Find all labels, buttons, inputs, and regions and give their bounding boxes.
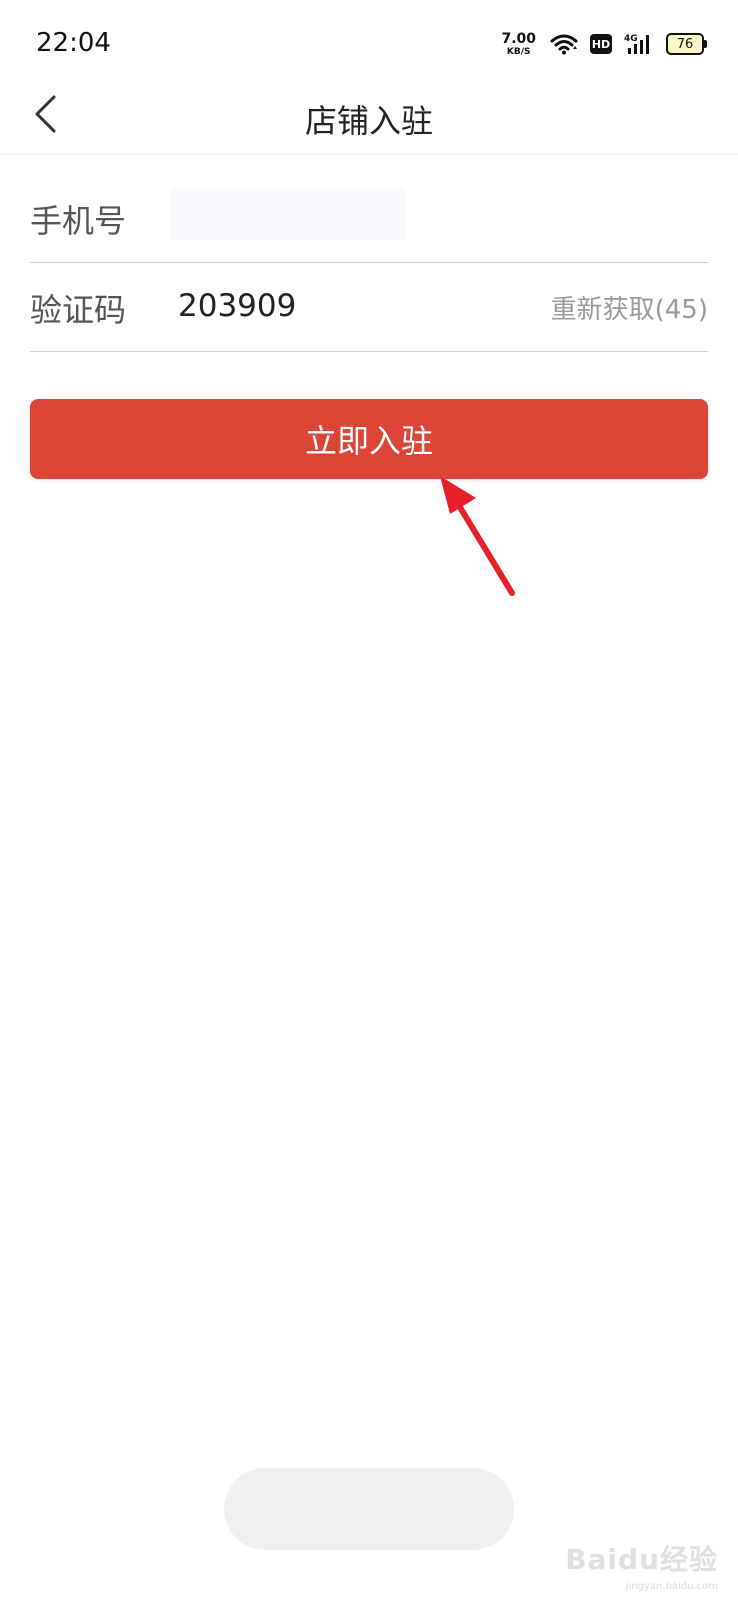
submit-join-button[interactable]: 立即入驻 <box>30 399 708 479</box>
verification-code-input[interactable] <box>170 281 490 331</box>
phone-label: 手机号 <box>30 202 127 240</box>
hd-icon: HD <box>590 34 612 54</box>
network-speed-value: 7.00 <box>501 30 536 47</box>
status-icons: 7.00 KB/S HD 4G 76 <box>501 28 707 60</box>
network-speed: 7.00 KB/S <box>501 32 536 57</box>
battery-level: 76 <box>676 36 694 52</box>
home-indicator[interactable] <box>224 1468 514 1550</box>
phone-input[interactable] <box>170 188 406 240</box>
verification-code-row: 验证码 重新获取(45) <box>30 263 708 352</box>
signal-4g-icon: 4G <box>624 32 654 56</box>
resend-code-button[interactable]: 重新获取(45) <box>551 289 708 326</box>
nav-bar: 店铺入驻 <box>0 88 738 155</box>
network-type-label: 4G <box>624 34 638 44</box>
battery-icon: 76 <box>666 33 707 55</box>
status-time: 22:04 <box>36 28 111 58</box>
phone-row: 手机号 <box>30 174 708 263</box>
page-title: 店铺入驻 <box>304 102 433 140</box>
wifi-icon <box>550 33 578 55</box>
status-bar: 22:04 7.00 KB/S HD 4G 76 <box>0 0 738 88</box>
baidu-watermark-logo: Baidu经验 jingyan.baidu.com <box>565 1543 718 1592</box>
verification-code-label: 验证码 <box>30 291 127 329</box>
network-speed-unit: KB/S <box>506 46 531 57</box>
annotation-arrow-icon <box>440 476 515 596</box>
